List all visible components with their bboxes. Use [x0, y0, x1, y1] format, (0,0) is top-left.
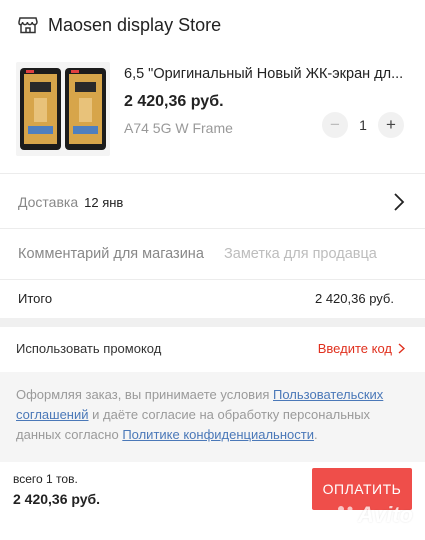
total-row: Итого 2 420,36 руб. [0, 283, 425, 313]
watermark-text: Avito [358, 502, 413, 527]
comment-row: Комментарий для магазина [0, 232, 425, 276]
total-label: Итого [18, 290, 53, 306]
chevron-right-icon [398, 342, 405, 354]
delivery-label: Доставка [18, 194, 79, 210]
checkout-footer: всего 1 тов. 2 420,36 руб. ОПЛАТИТЬ Avit… [0, 462, 425, 540]
quantity-value[interactable]: 1 [348, 117, 378, 133]
terms-text: Оформляя заказ, вы принимаете условия По… [16, 385, 409, 445]
promo-label: Использовать промокод [16, 340, 162, 356]
divider [0, 228, 425, 229]
section-separator [0, 318, 425, 327]
delivery-date: 12 янв [84, 194, 124, 210]
chevron-right-icon[interactable] [393, 193, 405, 211]
quantity-decrease-button[interactable]: − [322, 112, 348, 138]
terms-block: Оформляя заказ, вы принимаете условия По… [0, 372, 425, 462]
product-image[interactable] [16, 62, 110, 156]
quantity-stepper: − 1 + [322, 112, 404, 138]
enter-promo-label[interactable]: Введите код [318, 341, 392, 356]
store-icon [18, 17, 38, 34]
avito-logo-icon [334, 506, 353, 524]
privacy-policy-link[interactable]: Политике конфиденциальности [122, 427, 314, 442]
quantity-increase-button[interactable]: + [378, 112, 404, 138]
cart-item: 6,5 "Оригинальный Новый ЖК-экран дл... 2… [0, 52, 425, 164]
divider [0, 279, 425, 280]
total-value: 2 420,36 руб. [314, 290, 394, 306]
terms-text-after: . [313, 427, 318, 442]
product-price: 2 420,36 руб. [124, 93, 224, 110]
divider [0, 173, 425, 174]
delivery-row[interactable]: Доставка 12 янв [0, 180, 425, 224]
items-count: всего 1 тов. [13, 472, 78, 486]
seller-note-input[interactable] [224, 246, 409, 262]
footer-total: 2 420,36 руб. [13, 491, 101, 507]
product-variant[interactable]: A74 5G W Frame [124, 120, 233, 136]
enter-promo-link[interactable]: Введите код [318, 341, 405, 356]
store-name[interactable]: Maosen display Store [48, 15, 221, 36]
promo-row[interactable]: Использовать промокод Введите код [0, 328, 425, 368]
phone-frame-image [16, 62, 110, 156]
comment-label: Комментарий для магазина [18, 246, 204, 262]
store-header[interactable]: Maosen display Store [0, 0, 425, 50]
terms-text-before: Оформляя заказ, вы принимаете условия [16, 387, 273, 402]
product-title[interactable]: 6,5 "Оригинальный Новый ЖК-экран дл... [124, 66, 409, 82]
avito-watermark: Avito [333, 502, 413, 528]
